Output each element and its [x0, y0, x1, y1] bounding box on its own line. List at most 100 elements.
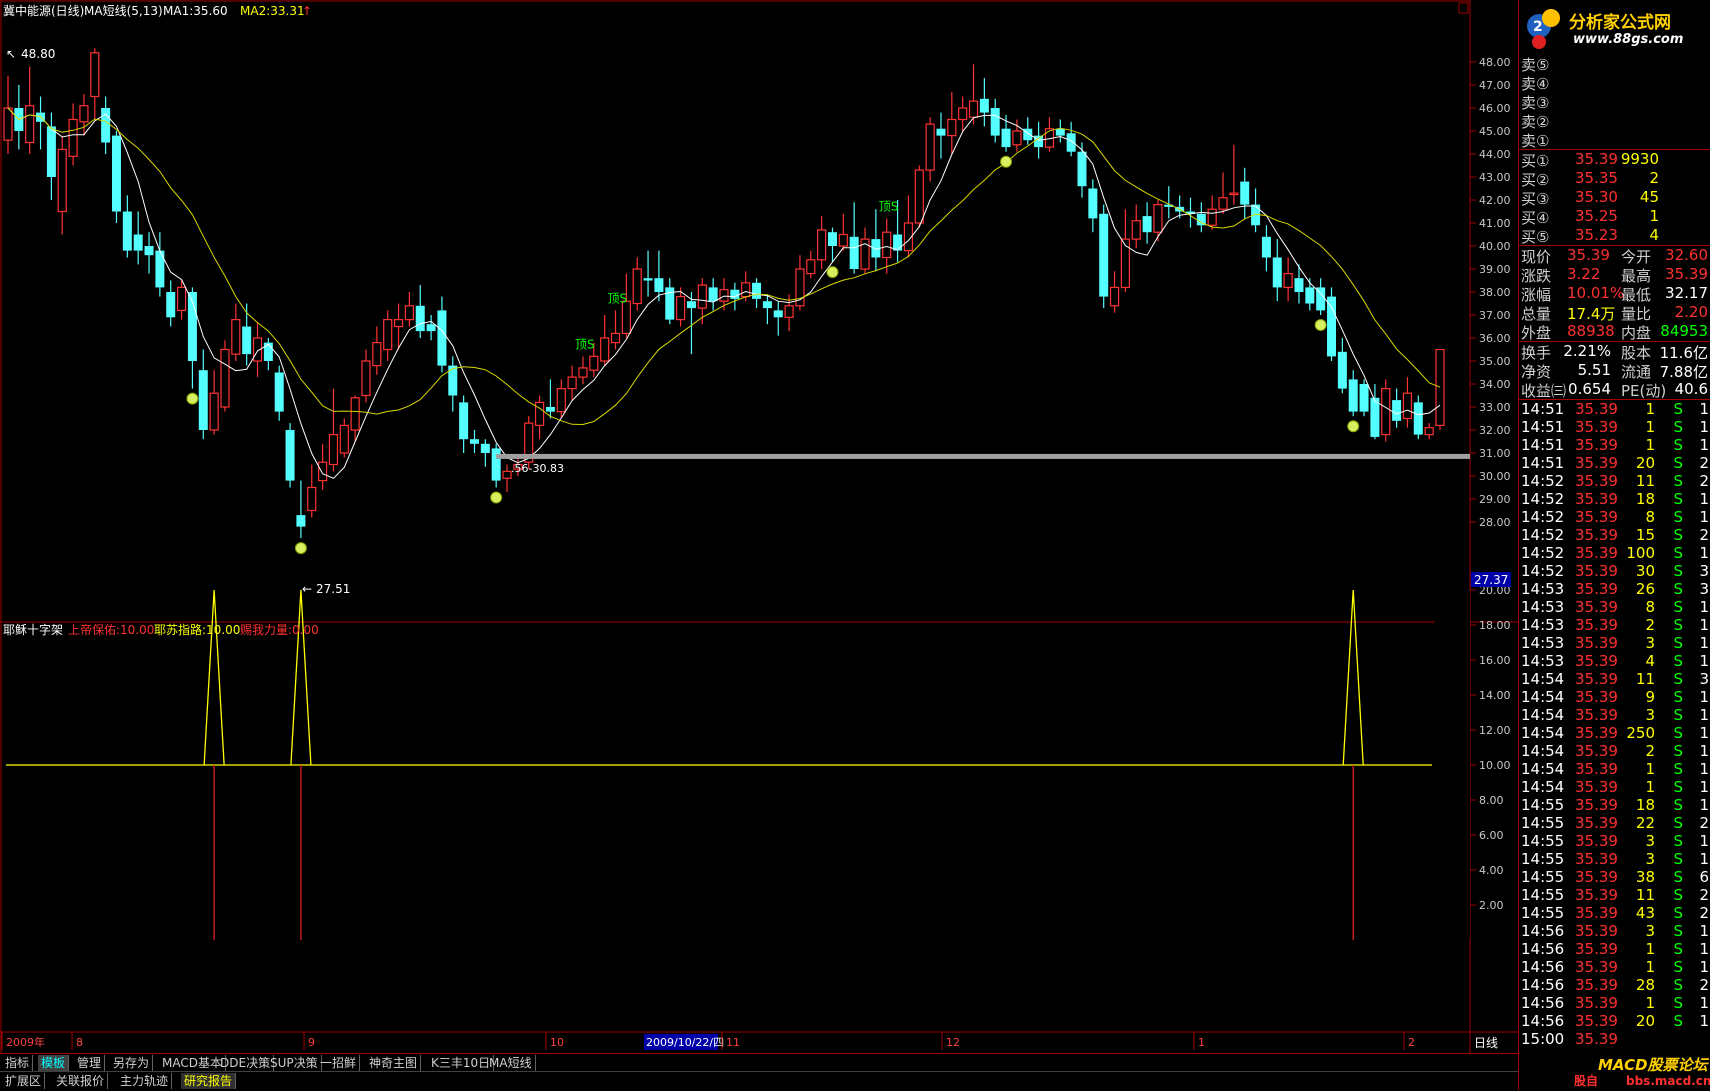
tick-volume: 11 — [1635, 670, 1655, 688]
tick-time: 14:52 — [1521, 562, 1565, 580]
tick-volume: 28 — [1635, 976, 1655, 994]
tick-volume: 1 — [1645, 994, 1655, 1012]
tab-5[interactable]: MACD基本 — [159, 1055, 226, 1071]
tick-row: 14:54 35.39 250 S 1 — [1519, 724, 1710, 742]
tick-count: 2 — [1699, 886, 1709, 904]
tick-time: 14:56 — [1521, 976, 1565, 994]
candle-body — [1088, 188, 1098, 219]
tick-volume: 3 — [1645, 922, 1655, 940]
candle-body — [697, 284, 707, 309]
candle-body — [426, 324, 436, 332]
tick-side: S — [1673, 850, 1683, 868]
price-tick-label: 36.00 — [1479, 332, 1511, 345]
stat-value: 35.39 — [1665, 265, 1708, 283]
stat-value: 7.88亿 — [1659, 363, 1708, 381]
tick-side: S — [1673, 958, 1683, 976]
tick-price: 35.39 — [1575, 994, 1618, 1012]
bid-row: 买② 35.35 2 — [1519, 169, 1710, 189]
buy-signal-icon — [1347, 420, 1360, 433]
tick-count: 1 — [1699, 706, 1709, 724]
stat-key: PE(动) — [1621, 382, 1667, 400]
tick-side: S — [1673, 436, 1683, 454]
support-line — [496, 453, 1470, 459]
tick-row: 14:51 35.39 1 S 1 — [1519, 400, 1710, 418]
stat-value: 40.6 — [1674, 380, 1708, 398]
tick-count: 2 — [1699, 472, 1709, 490]
tick-time: 14:52 — [1521, 490, 1565, 508]
candle-body — [947, 118, 957, 137]
tick-time: 14:54 — [1521, 742, 1565, 760]
tick-count: 6 — [1699, 868, 1709, 886]
tab-4[interactable]: 另存为 — [110, 1055, 154, 1071]
period-label[interactable]: 日线 — [1474, 1036, 1498, 1050]
brand-logo-icon: 2 — [1527, 9, 1560, 49]
candle-body — [350, 397, 360, 431]
tick-side: S — [1673, 652, 1683, 670]
tick-price: 35.39 — [1575, 886, 1618, 904]
tick-side: S — [1673, 904, 1683, 922]
svg-text:2: 2 — [1533, 19, 1543, 35]
ask-label: 卖③ — [1521, 94, 1550, 112]
indicator-tab-bar: 指标 模板 管理 另存为 MACD基本 DDE决策 SUP决策 一招鲜 神奇主图 K三丰10日 MA… — [0, 1053, 1518, 1072]
tick-price: 35.39 — [1575, 796, 1618, 814]
candle-body — [990, 108, 1000, 136]
tab-1[interactable]: 指标 — [2, 1055, 34, 1071]
bid-price: 35.39 — [1575, 150, 1618, 168]
candle-body — [654, 278, 664, 292]
tick-price: 35.39 — [1575, 526, 1618, 544]
stock-chart-app: 48.00 47.00 46.00 45.00 44.00 43.00 42.00 41.00… — [0, 0, 1710, 1091]
tab-11[interactable]: MA短线 — [486, 1055, 536, 1071]
tick-row: 14:55 35.39 11 S 2 — [1519, 886, 1710, 904]
candle-body — [762, 301, 772, 309]
tick-price: 35.39 — [1575, 490, 1618, 508]
indicator-tick-label: 14.00 — [1479, 689, 1511, 702]
tick-volume: 18 — [1635, 796, 1655, 814]
stat-value: 17.4万 — [1567, 305, 1616, 323]
tab-3[interactable]: 管理 — [74, 1055, 106, 1071]
tick-row: 14:55 35.39 22 S 2 — [1519, 814, 1710, 832]
ext-tab-4[interactable]: 研究报告 — [181, 1073, 237, 1089]
candle-body — [242, 326, 252, 355]
indicator-tick-label: 2.00 — [1479, 899, 1504, 912]
tick-count: 2 — [1699, 904, 1709, 922]
stock-title: 冀中能源(日线) — [3, 3, 84, 18]
tick-count: 1 — [1699, 616, 1709, 634]
tick-row: 14:55 35.39 43 S 2 — [1519, 904, 1710, 922]
tab-9[interactable]: 神奇主图 — [366, 1055, 422, 1071]
tick-time: 14:55 — [1521, 832, 1565, 850]
ext-tab-2[interactable]: 关联报价 — [53, 1073, 109, 1089]
ext-tab-3[interactable]: 主力轨迹 — [117, 1073, 173, 1089]
tick-count: 1 — [1699, 724, 1709, 742]
tick-row: 14:56 35.39 1 S 1 — [1519, 994, 1710, 1012]
candle-body — [328, 434, 339, 466]
tick-row: 14:51 35.39 20 S 2 — [1519, 454, 1710, 472]
chart-area[interactable]: 48.00 47.00 46.00 45.00 44.00 43.00 42.00 41.00… — [0, 0, 1518, 1053]
bid-row: 买⑤ 35.23 4 — [1519, 226, 1710, 246]
tick-time: 14:53 — [1521, 580, 1565, 598]
tab-6[interactable]: DDE决策 — [217, 1055, 275, 1071]
tick-price: 35.39 — [1575, 454, 1618, 472]
candle-body — [578, 367, 588, 378]
stat-key: 流通 — [1621, 363, 1652, 381]
candle-body — [1001, 128, 1011, 148]
candle-body — [534, 401, 545, 426]
tick-count: 1 — [1699, 418, 1709, 436]
ext-tab-1[interactable]: 扩展区 — [2, 1073, 46, 1089]
tick-side: S — [1673, 994, 1683, 1012]
candle-body — [1142, 216, 1152, 233]
tick-price: 35.39 — [1575, 1012, 1618, 1030]
ask-row: 卖② — [1519, 111, 1710, 131]
tick-side: S — [1673, 688, 1683, 706]
sub-param-2: 耶苏指路:10.00 — [154, 622, 240, 637]
ask-label: 卖⑤ — [1521, 56, 1550, 74]
stat-row: 涨幅 10.01% 最低 32.17 — [1519, 284, 1710, 304]
tab-2[interactable]: 模板 — [38, 1055, 70, 1071]
candle-body — [263, 342, 273, 361]
candle-body — [621, 300, 631, 335]
tab-10[interactable]: K三丰10日 — [428, 1055, 495, 1071]
bid-label: 买③ — [1521, 190, 1550, 208]
tab-8[interactable]: 一招鲜 — [317, 1055, 361, 1071]
tab-7[interactable]: SUP决策 — [267, 1055, 322, 1071]
stat-row: 现价 35.39 今开 32.60 — [1519, 246, 1710, 266]
tick-volume: 30 — [1635, 562, 1655, 580]
